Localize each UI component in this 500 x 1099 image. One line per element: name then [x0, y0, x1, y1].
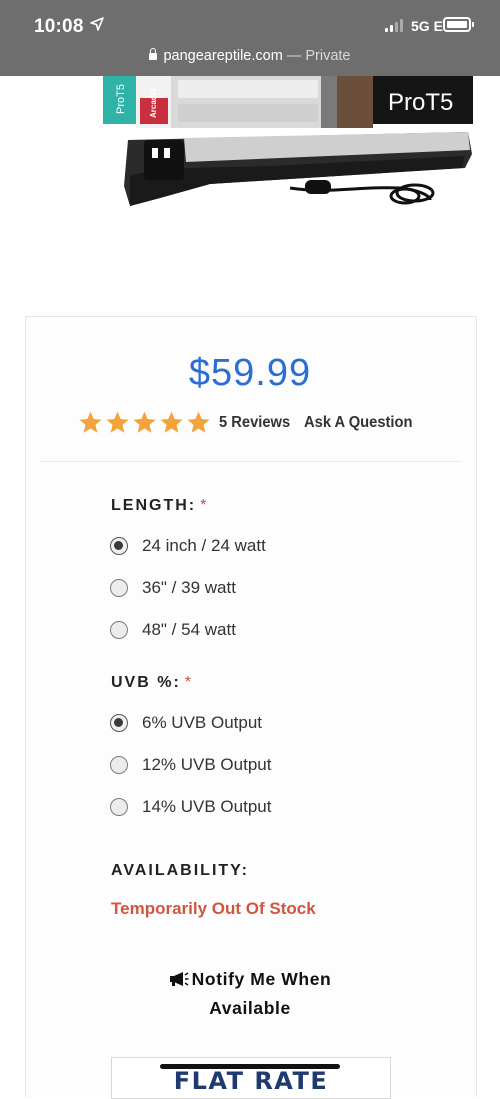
- option-label: 36" / 39 watt: [142, 578, 236, 597]
- uvb-option-14[interactable]: 14% UVB Output: [110, 797, 271, 817]
- box-arcadia-text: Arcadia: [149, 88, 158, 118]
- length-option-36[interactable]: 36" / 39 watt: [110, 578, 236, 598]
- star-icon: [79, 411, 102, 433]
- availability-label: AVAILABILITY:: [111, 862, 249, 879]
- home-indicator[interactable]: [160, 1064, 340, 1069]
- radio-selected[interactable]: [110, 537, 128, 555]
- private-label: — Private: [286, 48, 351, 64]
- browser-top-bar: 10:08 5G E pangeareptile.com — Private: [0, 0, 500, 76]
- star-icon: [187, 411, 210, 433]
- required-asterisk: *: [200, 497, 207, 514]
- uvb-option-6[interactable]: 6% UVB Output: [110, 713, 262, 733]
- star-icon: [160, 411, 183, 433]
- box-prot5-text: ProT5: [388, 89, 453, 116]
- url-domain: pangeareptile.com: [163, 48, 283, 64]
- product-image: ProT5 Arcadia ProT5: [103, 76, 473, 206]
- radio-unselected[interactable]: [110, 579, 128, 597]
- megaphone-icon: [169, 972, 189, 986]
- stock-status: Temporarily Out Of Stock: [111, 899, 316, 918]
- battery-icon: [443, 17, 474, 32]
- shipping-text: FLAT RATE SHIPPING: [173, 1067, 329, 1098]
- lock-icon: [149, 48, 158, 60]
- radio-unselected[interactable]: [110, 798, 128, 816]
- notify-line1: Notify Me When: [191, 969, 332, 989]
- option-label: 14% UVB Output: [142, 797, 272, 816]
- star-icon: [133, 411, 156, 433]
- box-brand-text: ProT5: [115, 84, 127, 114]
- star-icon: [106, 411, 129, 433]
- divider: [40, 461, 462, 462]
- ask-question-link[interactable]: Ask A Question: [304, 414, 413, 432]
- signal-icon: [385, 18, 403, 32]
- uvb-option-12[interactable]: 12% UVB Output: [110, 755, 271, 775]
- option-label: 6% UVB Output: [142, 713, 263, 732]
- required-asterisk: *: [184, 674, 192, 691]
- notify-line2: Available: [209, 998, 291, 1018]
- network-type: 5G E: [411, 18, 443, 34]
- option-label: 24 inch / 24 watt: [142, 536, 266, 555]
- length-label: LENGTH: *: [111, 497, 207, 514]
- notify-me-button[interactable]: Notify Me When Available: [150, 965, 350, 1023]
- rating-stars[interactable]: [78, 410, 211, 435]
- length-option-24[interactable]: 24 inch / 24 watt: [110, 536, 266, 556]
- product-price: $59.99: [188, 352, 312, 394]
- reviews-link[interactable]: 5 Reviews: [219, 414, 290, 432]
- option-label: 12% UVB Output: [142, 755, 272, 774]
- radio-unselected[interactable]: [110, 621, 128, 639]
- radio-selected[interactable]: [110, 714, 128, 732]
- length-option-48[interactable]: 48" / 54 watt: [110, 620, 236, 640]
- option-label: 48" / 54 watt: [142, 620, 236, 639]
- radio-unselected[interactable]: [110, 756, 128, 774]
- location-arrow-icon: [90, 17, 104, 31]
- address-bar[interactable]: pangeareptile.com — Private: [0, 48, 500, 64]
- uvb-label: UVB %: *: [111, 674, 192, 691]
- status-time: 10:08: [34, 16, 84, 37]
